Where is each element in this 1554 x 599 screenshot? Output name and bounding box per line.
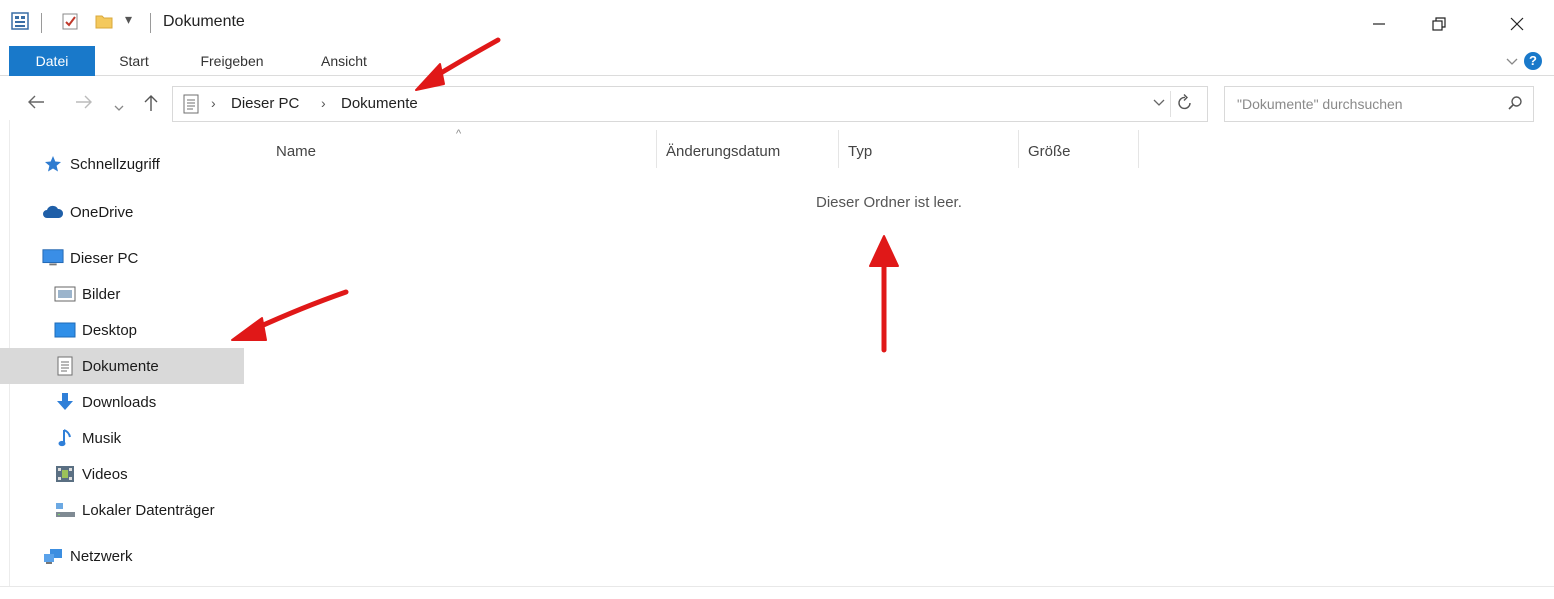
navigation-pane: Schnellzugriff OneDrive Dieser PC Bilder…: [0, 140, 246, 580]
forward-arrow-icon[interactable]: [74, 93, 94, 116]
tab-datei[interactable]: Datei: [9, 46, 95, 76]
sidebar-item-lokaler-datentraeger[interactable]: Lokaler Datenträger: [0, 492, 244, 528]
search-input[interactable]: "Dokumente" durchsuchen: [1224, 86, 1534, 122]
window-bottom-border: [0, 586, 1554, 587]
sort-ascending-icon: ^: [456, 128, 462, 140]
sidebar-item-label: Dieser PC: [70, 249, 139, 267]
tab-start[interactable]: Start: [104, 46, 164, 76]
download-icon: [54, 393, 76, 411]
sidebar-item-dieser-pc[interactable]: Dieser PC: [0, 240, 244, 276]
breadcrumb-dieser-pc[interactable]: Dieser PC: [231, 95, 299, 112]
breadcrumb-separator[interactable]: ›: [211, 95, 216, 111]
expand-ribbon-icon[interactable]: [1506, 53, 1518, 70]
sidebar-item-bilder[interactable]: Bilder: [0, 276, 244, 312]
address-divider: [1170, 91, 1171, 117]
sidebar-item-label: Musik: [82, 429, 122, 447]
close-button[interactable]: [1494, 8, 1540, 40]
column-divider[interactable]: [656, 130, 657, 168]
new-folder-icon[interactable]: [94, 11, 114, 35]
column-divider[interactable]: [838, 130, 839, 168]
address-bar[interactable]: › Dieser PC › Dokumente: [172, 86, 1208, 122]
sidebar-item-schnellzugriff[interactable]: Schnellzugriff: [0, 146, 244, 182]
refresh-icon[interactable]: [1177, 93, 1193, 116]
back-arrow-icon[interactable]: [26, 93, 46, 116]
column-header-name[interactable]: Name: [276, 130, 316, 174]
navigation-bar: › Dieser PC › Dokumente "Dokumente" durc…: [0, 84, 1554, 124]
drive-icon: [54, 501, 76, 519]
up-arrow-icon[interactable]: [142, 93, 160, 118]
help-icon[interactable]: ?: [1524, 52, 1542, 70]
sidebar-item-videos[interactable]: Videos: [0, 456, 244, 492]
window-title: Dokumente: [163, 13, 245, 30]
breadcrumb-dokumente[interactable]: Dokumente: [341, 95, 418, 112]
desktop-icon: [54, 321, 76, 339]
minimize-button[interactable]: [1356, 8, 1402, 40]
sidebar-item-label: Dokumente: [82, 357, 159, 375]
star-icon: [42, 155, 64, 173]
sidebar-item-desktop[interactable]: Desktop: [0, 312, 244, 348]
sidebar-item-label: OneDrive: [70, 203, 134, 221]
sidebar-item-label: Netzwerk: [70, 547, 133, 565]
quick-access-separator: [41, 13, 42, 33]
app-properties-icon[interactable]: [10, 11, 30, 35]
search-icon[interactable]: [1507, 95, 1523, 115]
computer-icon: [42, 249, 64, 267]
sidebar-item-dokumente[interactable]: Dokumente: [0, 348, 244, 384]
sidebar-item-label: Videos: [82, 465, 128, 483]
properties-check-icon[interactable]: [60, 11, 80, 35]
cloud-icon: [42, 203, 64, 221]
sidebar-item-label: Schnellzugriff: [70, 155, 160, 173]
sidebar-item-downloads[interactable]: Downloads: [0, 384, 244, 420]
documents-icon: [54, 356, 76, 376]
title-separator: [150, 13, 151, 33]
videos-icon: [54, 465, 76, 483]
recent-locations-chevron-icon[interactable]: [114, 96, 124, 117]
address-dropdown-icon[interactable]: [1153, 94, 1165, 110]
sidebar-item-label: Downloads: [82, 393, 157, 411]
annotation-arrow-sidebar: [231, 289, 349, 341]
breadcrumb-separator[interactable]: ›: [321, 95, 326, 111]
customize-quick-access-icon[interactable]: ▾: [125, 11, 132, 28]
title-bar: ▾ Dokumente: [0, 0, 1554, 48]
column-header-typ[interactable]: Typ: [848, 130, 872, 174]
restore-button[interactable]: [1416, 8, 1462, 40]
column-divider[interactable]: [1138, 130, 1139, 168]
column-header-aenderungsdatum[interactable]: Änderungsdatum: [666, 130, 780, 174]
network-icon: [42, 547, 64, 565]
empty-folder-message: Dieser Ordner ist leer.: [816, 194, 962, 211]
sidebar-item-onedrive[interactable]: OneDrive: [0, 194, 244, 230]
column-header-groesse[interactable]: Größe: [1028, 130, 1071, 174]
search-placeholder: "Dokumente" durchsuchen: [1237, 96, 1403, 112]
tab-freigeben[interactable]: Freigeben: [180, 46, 284, 76]
sidebar-item-label: Desktop: [82, 321, 138, 339]
sidebar-item-netzwerk[interactable]: Netzwerk: [0, 538, 244, 574]
sidebar-item-label: Lokaler Datenträger: [82, 501, 215, 519]
documents-location-icon: [183, 94, 199, 118]
sidebar-item-label: Bilder: [82, 285, 121, 303]
annotation-arrow-empty: [869, 235, 899, 353]
pictures-icon: [54, 285, 76, 303]
tab-ansicht[interactable]: Ansicht: [304, 46, 384, 76]
music-icon: [54, 429, 76, 447]
sidebar-item-musik[interactable]: Musik: [0, 420, 244, 456]
column-divider[interactable]: [1018, 130, 1019, 168]
ribbon-tabs: Datei Start Freigeben Ansicht ?: [0, 46, 1554, 76]
